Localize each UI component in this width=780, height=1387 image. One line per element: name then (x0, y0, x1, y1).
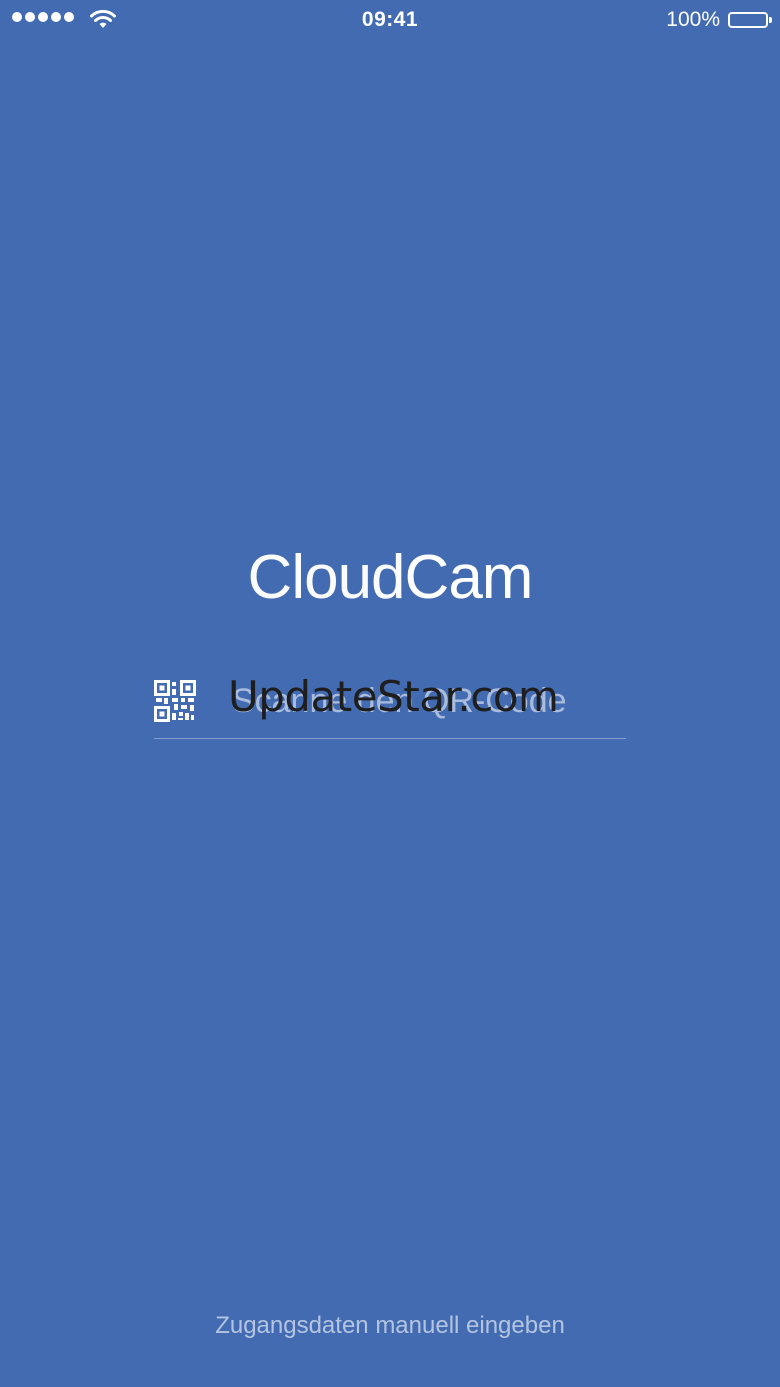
manual-entry-link[interactable]: Zugangsdaten manuell eingeben (0, 1312, 780, 1340)
app-logo: CloudCam (0, 540, 780, 616)
logo-part-cloud: Cloud (247, 543, 406, 612)
status-time: 09:41 (361, 8, 419, 31)
logo-part-cam: Cam (404, 543, 534, 612)
status-bar: 09:41 100% (0, 0, 780, 40)
battery-percent: 100% (666, 8, 720, 31)
watermark-text: UpdateStar.com (228, 672, 559, 721)
qr-code-icon (154, 680, 196, 722)
battery-indicator: 100% (666, 8, 772, 32)
battery-icon (728, 12, 772, 28)
